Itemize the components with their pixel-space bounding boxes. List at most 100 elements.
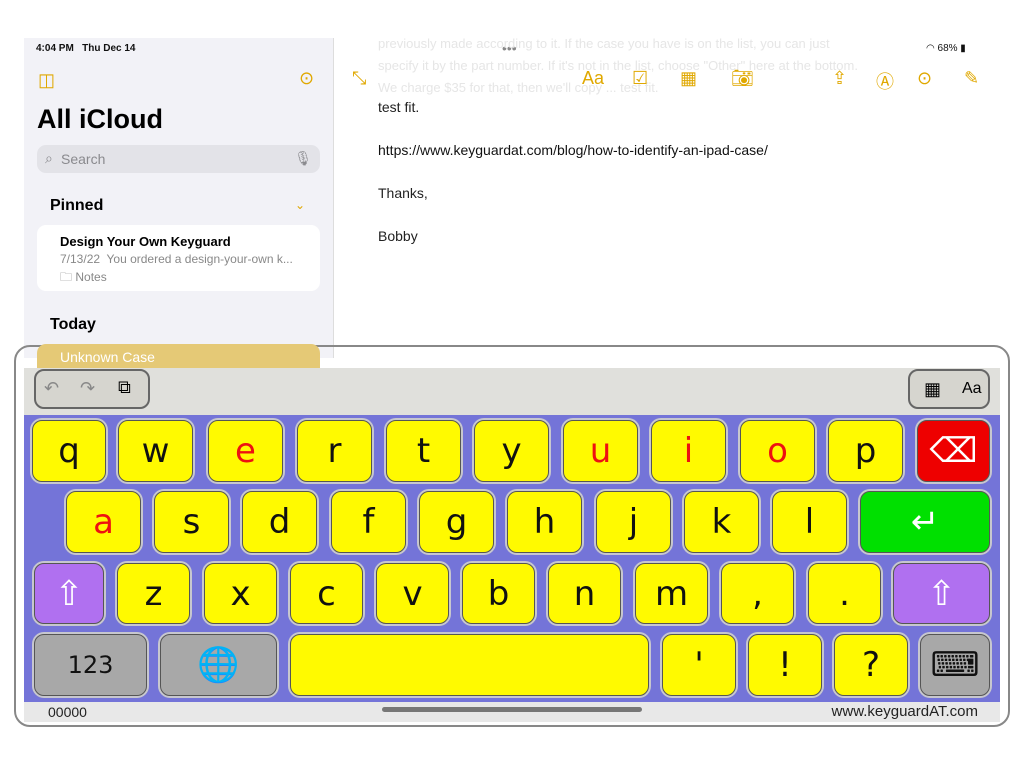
search-input[interactable]: ⌕ Search 🎙 <box>37 145 320 173</box>
microphone-icon[interactable]: 🎙 <box>294 150 312 167</box>
note-text: Thanks, <box>378 185 428 201</box>
key-label: v <box>402 573 423 614</box>
key-label: r <box>327 431 342 471</box>
note-date: 7/13/22 <box>60 252 101 266</box>
format-controls: ▦ Aa <box>908 369 990 409</box>
undo-icon[interactable]: ↶ <box>44 378 59 399</box>
key-label: x <box>230 573 251 614</box>
today-header: Today <box>50 316 96 333</box>
key-u[interactable]: u <box>563 420 638 482</box>
key-label: f <box>362 502 375 542</box>
key-s[interactable]: s <box>154 491 229 553</box>
key-r[interactable]: r <box>297 420 372 482</box>
hideboard-key-icon: ⌨ <box>930 645 980 685</box>
key-label: p <box>854 431 877 471</box>
markup-icon[interactable]: Ⓐ <box>876 68 894 94</box>
key-l[interactable]: l <box>772 491 847 553</box>
pinned-note[interactable]: Design Your Own Keyguard 7/13/22 You ord… <box>37 225 320 291</box>
checklist-icon[interactable]: ☑ <box>632 68 648 89</box>
compose-icon[interactable]: ✎ <box>964 68 979 89</box>
sidebar-toggle-icon[interactable]: ◫ <box>38 70 55 91</box>
paste-icon[interactable]: ⧉ <box>118 377 131 398</box>
expand-icon[interactable]: ⤡ <box>352 68 366 89</box>
key-j[interactable]: j <box>596 491 671 553</box>
key-m[interactable]: m <box>635 563 708 624</box>
status-time: 4:04 PM Thu Dec 14 <box>36 43 136 54</box>
note-folder: Notes <box>75 270 107 284</box>
note-text-faint: previously made according to it. If the … <box>378 36 830 51</box>
key-label: l <box>804 502 815 542</box>
key-![interactable]: ! <box>748 634 822 696</box>
numbers-key[interactable]: 123 <box>34 634 147 696</box>
key-t[interactable]: t <box>386 420 461 482</box>
folder-icon: 🗀 <box>60 270 73 284</box>
key-p[interactable]: p <box>828 420 903 482</box>
key-.[interactable]: . <box>808 563 881 624</box>
key-w[interactable]: w <box>118 420 193 482</box>
shift-key[interactable]: ⇧ <box>893 563 990 624</box>
key-?[interactable]: ? <box>834 634 908 696</box>
note-link[interactable]: https://www.keyguardat.com/blog/how-to-i… <box>378 142 768 158</box>
key-label: . <box>839 573 850 614</box>
key-c[interactable]: c <box>290 563 363 624</box>
shift-key[interactable]: ⇧ <box>34 563 104 624</box>
enter-icon: ↵ <box>910 502 940 542</box>
key-q[interactable]: q <box>32 420 106 482</box>
today-note[interactable]: Unknown Case <box>37 344 320 368</box>
note-text: Bobby <box>378 228 418 244</box>
enter-key[interactable]: ↵ <box>860 491 990 553</box>
table-icon[interactable]: ▦ <box>924 379 941 400</box>
counter: 00000 <box>48 704 87 720</box>
key-label: e <box>235 431 256 471</box>
key-o[interactable]: o <box>740 420 815 482</box>
key-b[interactable]: b <box>462 563 535 624</box>
website: www.keyguardAT.com <box>831 703 978 720</box>
key-e[interactable]: e <box>208 420 283 482</box>
key-label: s <box>182 502 201 542</box>
share-icon[interactable]: ⇪ <box>832 68 847 89</box>
note-title: Design Your Own Keyguard <box>60 234 231 249</box>
key-label: a <box>93 502 114 542</box>
camera-icon[interactable]: 📷︎ <box>731 68 754 89</box>
keyboard-toolbar <box>24 368 1000 415</box>
home-indicator[interactable] <box>382 707 642 712</box>
backspace-icon: ⌫ <box>929 431 978 471</box>
note-preview: You ordered a design-your-own k... <box>106 252 293 266</box>
key-label: b <box>487 573 510 614</box>
redo-icon[interactable]: ↷ <box>80 378 95 399</box>
more-options-icon[interactable]: ⊙ <box>917 68 932 89</box>
key-g[interactable]: g <box>419 491 494 553</box>
key-z[interactable]: z <box>117 563 190 624</box>
key-x[interactable]: x <box>204 563 277 624</box>
key-k[interactable]: k <box>684 491 759 553</box>
more-icon[interactable]: ⊙ <box>299 68 314 89</box>
key-h[interactable]: h <box>507 491 582 553</box>
key-y[interactable]: y <box>474 420 549 482</box>
key-f[interactable]: f <box>331 491 406 553</box>
globe-key[interactable]: 🌐 <box>160 634 277 696</box>
backspace-key[interactable]: ⌫ <box>917 420 990 482</box>
table-icon[interactable]: ▦ <box>680 68 697 89</box>
key-,[interactable]: , <box>721 563 794 624</box>
key-label: j <box>628 502 639 542</box>
key-label: z <box>144 573 163 614</box>
hide-keyboard-key[interactable]: ⌨ <box>920 634 990 696</box>
key-n[interactable]: n <box>548 563 621 624</box>
key-a[interactable]: a <box>66 491 141 553</box>
space-key[interactable] <box>290 634 649 696</box>
chevron-down-icon[interactable]: ⌄ <box>295 198 305 212</box>
key-'[interactable]: ' <box>662 634 736 696</box>
shift-icon: ⇧ <box>927 573 956 614</box>
key-label: k <box>711 502 732 542</box>
globe-icon: 🌐 <box>197 645 240 685</box>
search-icon: ⌕ <box>45 150 53 166</box>
key-label: ! <box>778 645 792 685</box>
format-button[interactable]: Aa <box>962 380 982 398</box>
key-d[interactable]: d <box>242 491 317 553</box>
format-button[interactable]: Aa <box>582 68 604 89</box>
key-v[interactable]: v <box>376 563 449 624</box>
key-label: m <box>654 573 689 614</box>
key-label: ? <box>861 645 881 685</box>
key-label: u <box>589 431 612 471</box>
key-i[interactable]: i <box>651 420 726 482</box>
